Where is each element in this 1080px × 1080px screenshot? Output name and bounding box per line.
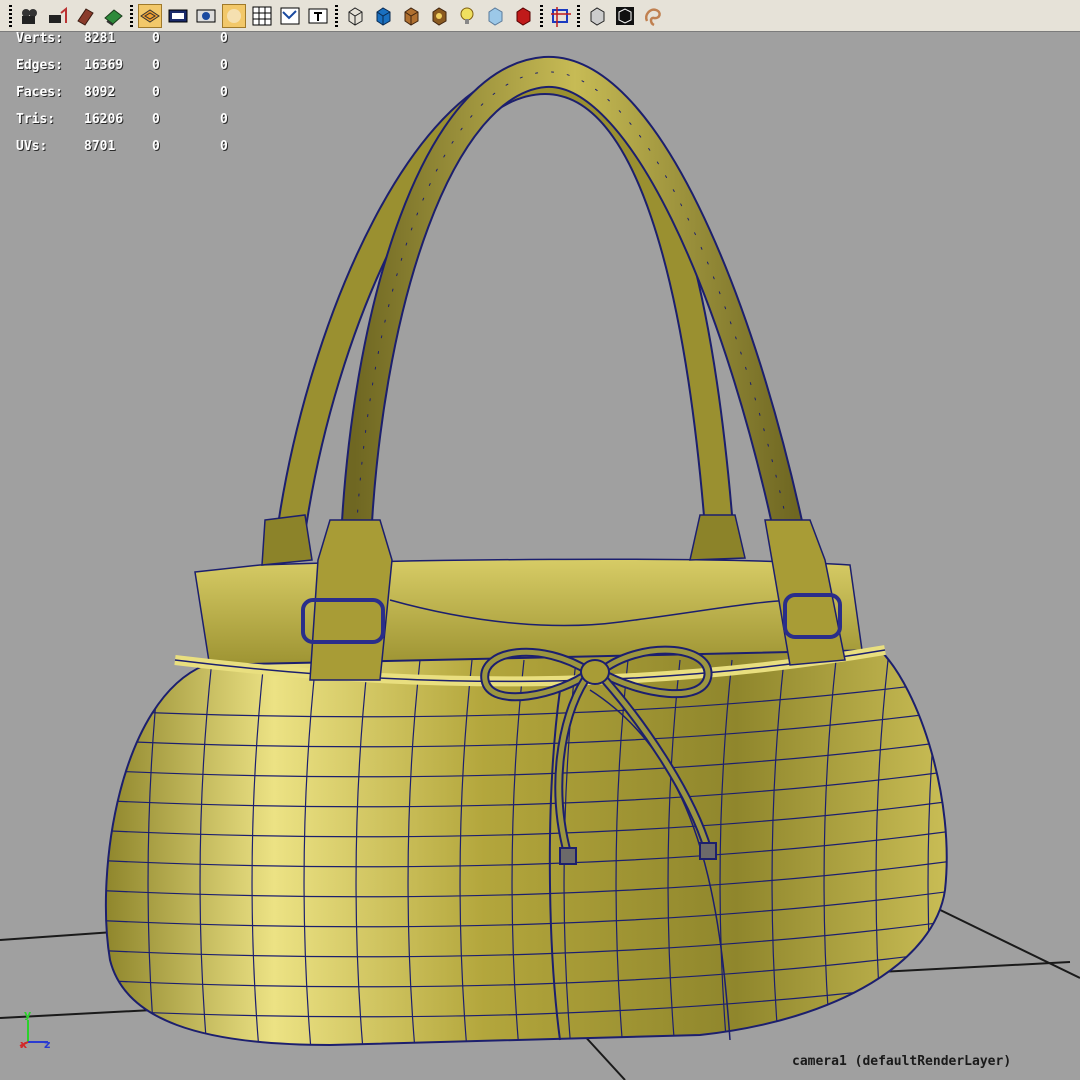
use-all-lights-icon [432, 6, 447, 26]
hud-value: 0 [220, 139, 228, 154]
toolbar-separator [540, 4, 543, 27]
hud-value: 0 [152, 112, 160, 127]
axis-x-label: x [20, 1038, 27, 1051]
textured-cube-icon [404, 6, 419, 26]
hud-label: Verts: [16, 31, 63, 46]
wireframe-cube-icon [348, 6, 363, 26]
grid-icon [252, 6, 272, 25]
hud-label: Tris: [16, 112, 56, 127]
hud-value: 16369 [84, 58, 124, 73]
bag-body [104, 645, 948, 1047]
hud-row: Faces: 8092 0 0 [16, 86, 246, 113]
xray-icon [488, 6, 503, 26]
toolbar-separator [9, 4, 12, 27]
axis-indicator: y x z [19, 1008, 50, 1051]
hud-row: Tris: 16206 0 0 [16, 113, 246, 140]
isolate-select-icon [551, 6, 571, 27]
light-bulb-icon [460, 7, 474, 24]
hud-value: 16206 [84, 112, 124, 127]
frame-all-icon [616, 6, 634, 25]
hud-value: 0 [220, 58, 228, 73]
hud-value: 0 [152, 85, 160, 100]
backface-cube-button[interactable] [585, 4, 609, 28]
text-icon [308, 8, 328, 23]
shadow-icon [516, 6, 531, 26]
toolbar-separator [577, 4, 580, 27]
hud-value: 8092 [84, 85, 116, 100]
text-button[interactable] [306, 4, 330, 28]
resolution-gate-button[interactable] [166, 4, 190, 28]
hud-value: 0 [220, 85, 228, 100]
hud-value: 0 [220, 112, 228, 127]
hud-row: Verts: 8281 0 0 [16, 32, 246, 59]
hud-value: 0 [152, 31, 160, 46]
hud-value: 0 [152, 58, 160, 73]
toolbar-separator [130, 4, 133, 27]
hud-value: 8281 [84, 31, 116, 46]
poly-count-hud: Verts: 8281 0 0 Edges: 16369 0 0 Faces: 8092 0 0 Tri… [16, 32, 246, 167]
camera-attributes-button[interactable] [17, 4, 41, 28]
hud-row: Edges: 16369 0 0 [16, 59, 246, 86]
use-all-lights-button[interactable] [427, 4, 451, 28]
light-bulb-button[interactable] [455, 4, 479, 28]
film-gate-icon [196, 9, 216, 22]
hud-value: 0 [152, 139, 160, 154]
wireframe-on-shaded-button[interactable] [138, 3, 162, 28]
axis-z-label: z [44, 1038, 50, 1051]
uv-texture-button[interactable] [278, 4, 302, 28]
xray-button[interactable] [483, 4, 507, 28]
hud-value: 0 [220, 31, 228, 46]
lasso-icon [645, 7, 661, 26]
lasso-button[interactable] [641, 4, 665, 28]
toolbar-separator [335, 4, 338, 27]
perspective-viewport[interactable]: Verts: 8281 0 0 Edges: 16369 0 0 Faces: 8092 0 0 Tri… [0, 32, 1080, 1080]
shaded-cube-icon [376, 6, 391, 26]
wireframe-cube-button[interactable] [343, 4, 367, 28]
camera-tools-button[interactable] [45, 4, 69, 28]
shadow-button[interactable] [511, 4, 535, 28]
film-gate-button[interactable] [194, 4, 218, 28]
camera-attributes-icon [22, 8, 37, 24]
image-plane-icon [104, 8, 123, 26]
hud-row: UVs: 8701 0 0 [16, 140, 246, 167]
isolate-select-button[interactable] [548, 4, 572, 28]
hud-label: Faces: [16, 85, 63, 100]
backface-cube-icon [590, 6, 605, 26]
resolution-gate-icon [168, 9, 188, 22]
grid-button[interactable] [250, 4, 274, 28]
camera-tools-icon [49, 6, 67, 23]
textured-cube-button[interactable] [399, 4, 423, 28]
hud-value: 8701 [84, 139, 116, 154]
wireframe-on-shaded-icon [140, 8, 160, 23]
frame-all-button[interactable] [613, 4, 637, 28]
camera-label: camera1 (defaultRenderLayer) [792, 1054, 1012, 1069]
shaded-cube-button[interactable] [371, 4, 395, 28]
axis-y-label: y [24, 1008, 31, 1021]
smooth-shade-button[interactable] [222, 3, 246, 28]
smooth-shade-icon [227, 8, 241, 23]
uv-texture-icon [280, 7, 300, 24]
panel-toolbar [0, 0, 1080, 32]
bookmark-button[interactable] [73, 4, 97, 28]
bookmark-icon [77, 7, 94, 26]
image-plane-button[interactable] [101, 4, 125, 28]
hud-label: Edges: [16, 58, 63, 73]
hud-label: UVs: [16, 139, 48, 154]
scene-canvas[interactable] [0, 32, 1080, 1080]
